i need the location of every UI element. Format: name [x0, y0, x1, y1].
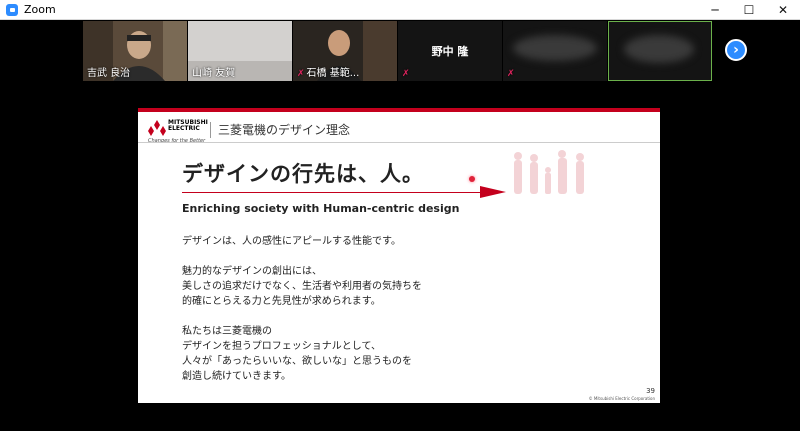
body-paragraph: 私たちは三菱電機の デザインを担うプロフェッショナルとして、 人々が「あったらい…	[182, 326, 412, 382]
slide-copyright: © Mitsubishi Electric Corporation	[588, 396, 655, 401]
slide-accent-bar	[138, 108, 660, 112]
next-page-button[interactable]: ›	[725, 39, 747, 61]
header-rule	[138, 142, 660, 143]
participant-name: 石橋 基範...	[306, 68, 360, 79]
title-underline	[182, 192, 494, 193]
laser-pointer	[469, 176, 475, 182]
slide-subtitle: Enriching society with Human-centric des…	[182, 202, 460, 215]
blurred-name	[624, 35, 694, 63]
participant-tile[interactable]: ✗ 石橋 基範...	[293, 21, 397, 81]
mic-muted-icon: ✗	[402, 69, 410, 79]
participant-tile[interactable]: 山崎 友賀	[188, 21, 292, 81]
title-bar: Zoom ─ ☐ ✕	[0, 0, 800, 20]
slide-main-title: デザインの行先は、人。	[182, 162, 424, 186]
participant-name-row: ✗ 石橋 基範...	[297, 64, 359, 79]
participant-tile-active-speaker[interactable]	[608, 21, 712, 81]
logo-tagline: Changes for the Better	[148, 138, 206, 144]
participant-display-name: 野中 隆	[431, 45, 469, 58]
minimize-button[interactable]: ─	[698, 0, 732, 20]
people-silhouettes	[514, 150, 584, 194]
mic-muted-icon: ✗	[507, 69, 515, 79]
window-controls: ─ ☐ ✕	[698, 0, 800, 20]
body-paragraph: デザインは、人の感性にアピールする性能です。	[182, 236, 401, 247]
shared-slide: MITSUBISHI ELECTRIC Changes for the Bette…	[138, 108, 660, 403]
slide-header-title: 三菱電機のデザイン理念	[218, 123, 351, 137]
participant-tile[interactable]: ✗	[503, 21, 607, 81]
participant-name-row: ✗	[507, 68, 517, 79]
participant-name: 山崎 友賀	[192, 68, 236, 79]
body-paragraph: 魅力的なデザインの創出には、 美しさの追求だけでなく、生活者や利用者の気持ちを …	[182, 266, 422, 307]
chevron-right-icon: ›	[733, 42, 739, 58]
slide-body: デザインは、人の感性にアピールする性能です。 魅力的なデザインの創出には、 美し…	[182, 234, 622, 399]
participant-tile[interactable]: 野中 隆 ✗	[398, 21, 502, 81]
arrow-right-icon	[480, 186, 506, 198]
participant-tile[interactable]: 吉武 良治	[83, 21, 187, 81]
zoom-app-icon	[6, 3, 18, 16]
header-divider	[210, 122, 211, 138]
blurred-name	[513, 35, 597, 61]
participant-name: 吉武 良治	[87, 68, 131, 79]
mic-muted-icon: ✗	[297, 69, 305, 79]
participant-name-row: ✗	[402, 68, 412, 79]
close-button[interactable]: ✕	[766, 0, 800, 20]
slide-page-number: 39	[646, 387, 655, 395]
maximize-button[interactable]: ☐	[732, 0, 766, 20]
three-diamonds-icon	[148, 120, 166, 136]
logo-text: MITSUBISHI ELECTRIC	[168, 119, 208, 132]
window-title: Zoom	[24, 3, 56, 16]
participant-strip: 吉武 良治 山崎 友賀 ✗ 石橋 基範... 野中 隆 ✗ ✗ ›	[0, 21, 800, 83]
